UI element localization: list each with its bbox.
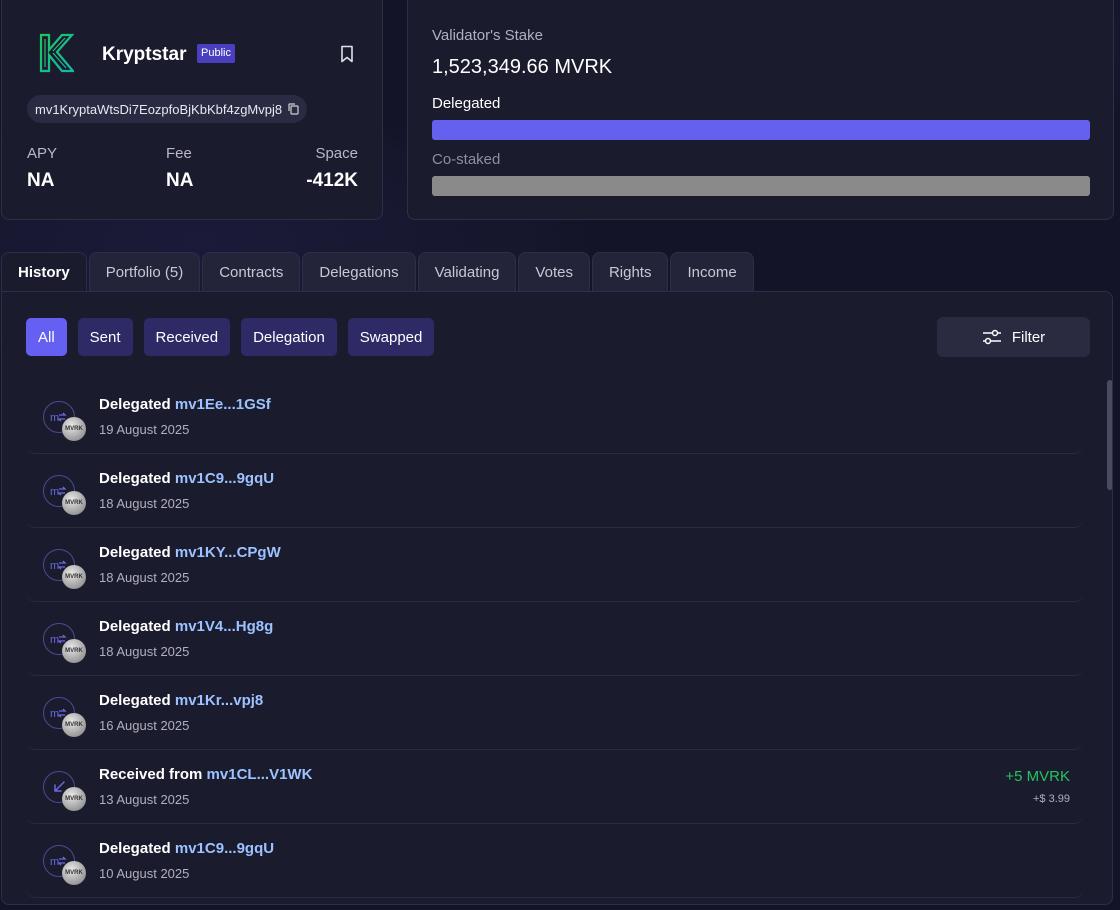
tab-votes[interactable]: Votes (518, 252, 590, 292)
mvrk-token-icon: MVRK (62, 417, 86, 441)
apy-label: APY (27, 145, 58, 162)
filter-chip-delegation[interactable]: Delegation (241, 318, 337, 356)
transaction-address-link[interactable]: mv1Kr...vpj8 (175, 692, 263, 709)
transaction-action: Delegated (99, 396, 171, 413)
transaction-date: 10 August 2025 (99, 866, 190, 881)
transaction-usd-value: +$ 3.99 (1032, 793, 1070, 805)
svg-text:m: m (50, 412, 59, 424)
transaction-action: Delegated (99, 692, 171, 709)
transaction-title: Delegated mv1V4...Hg8g (99, 618, 273, 635)
space-value: -412K (306, 170, 358, 191)
transaction-date: 19 August 2025 (99, 422, 190, 437)
transaction-date: 16 August 2025 (99, 718, 190, 733)
copy-icon[interactable] (288, 103, 299, 115)
fee-value: NA (166, 170, 194, 191)
transaction-date: 13 August 2025 (99, 792, 190, 807)
history-panel: All Sent Received Delegation Swapped Filter … (1, 291, 1113, 905)
mvrk-token-icon: MVRK (62, 713, 86, 737)
transaction-date: 18 August 2025 (99, 644, 190, 659)
validator-address: mv1KryptaWtsDi7EozpfoBjKbKbf4zgMvpj8 (35, 101, 283, 117)
delegated-label: Delegated (432, 95, 501, 112)
transaction-date: 18 August 2025 (99, 496, 190, 511)
costaked-label: Co-staked (432, 151, 501, 168)
transaction-title: Delegated mv1Kr...vpj8 (99, 692, 263, 709)
filter-chip-received[interactable]: Received (143, 318, 231, 356)
tab-bar: History Portfolio (5) Contracts Delegations… (1, 252, 754, 292)
transaction-address-link[interactable]: mv1KY...CPgW (175, 544, 281, 561)
costaked-bar-fill (432, 176, 1090, 196)
tab-rights[interactable]: Rights (591, 252, 669, 292)
filter-button[interactable]: Filter (937, 317, 1090, 357)
transaction-row[interactable]: m MVRK Delegated mv1C9...9gqU 18 August 202… (26, 454, 1084, 528)
delegated-bar (432, 120, 1090, 140)
filter-chip-sent[interactable]: Sent (77, 318, 133, 356)
transaction-title: Delegated mv1KY...CPgW (99, 544, 281, 561)
mvrk-token-icon: MVRK (62, 861, 86, 885)
validator-address-pill[interactable]: mv1KryptaWtsDi7EozpfoBjKbKbf4zgMvpj8 (27, 95, 308, 123)
public-badge: Public (197, 44, 235, 63)
transaction-title: Delegated mv1C9...9gqU (99, 470, 274, 487)
svg-text:m: m (50, 634, 59, 646)
transaction-action: Delegated (99, 544, 171, 561)
tab-portfolio-5[interactable]: Portfolio (5) (88, 252, 201, 292)
transaction-row[interactable]: m MVRK Delegated mv1KY...CPgW 18 August 202… (26, 528, 1084, 602)
space-label: Space (315, 145, 358, 162)
transaction-action: Delegated (99, 470, 171, 487)
mvrk-token-icon: MVRK (62, 491, 86, 515)
transaction-address-link[interactable]: mv1Ee...1GSf (175, 396, 271, 413)
transaction-address-link[interactable]: mv1CL...V1WK (207, 766, 313, 783)
validator-card: Kryptstar Public mv1KryptaWtsDi7EozpfoBj… (1, 0, 383, 220)
transaction-address-link[interactable]: mv1V4...Hg8g (175, 618, 273, 635)
tab-validating[interactable]: Validating (417, 252, 517, 292)
fee-label: Fee (166, 145, 192, 162)
svg-text:m: m (50, 486, 59, 498)
transaction-action: Delegated (99, 840, 171, 857)
transaction-list: m MVRK Delegated mv1Ee...1GSf 19 August 202… (26, 380, 1084, 898)
sliders-icon (982, 329, 1001, 345)
transaction-address-link[interactable]: mv1C9...9gqU (175, 840, 274, 857)
mvrk-token-icon: MVRK (62, 787, 86, 811)
transaction-row[interactable]: m MVRK Delegated mv1V4...Hg8g 18 August 202… (26, 602, 1084, 676)
mvrk-token-icon: MVRK (62, 565, 86, 589)
apy-value: NA (27, 170, 55, 191)
transaction-amount: +5 MVRK (1005, 768, 1070, 785)
filter-chips: All Sent Received Delegation Swapped (26, 318, 435, 356)
transaction-row[interactable]: m MVRK Delegated mv1C9...9gqU 10 August 202… (26, 824, 1084, 898)
transaction-address-link[interactable]: mv1C9...9gqU (175, 470, 274, 487)
tab-delegations[interactable]: Delegations (302, 252, 416, 292)
svg-text:m: m (50, 856, 59, 868)
transaction-row[interactable]: m MVRK Delegated mv1Ee...1GSf 19 August 202… (26, 380, 1084, 454)
transaction-date: 18 August 2025 (99, 570, 190, 585)
mvrk-token-icon: MVRK (62, 639, 86, 663)
bookmark-icon[interactable] (339, 45, 355, 63)
costaked-bar (432, 176, 1090, 196)
svg-text:m: m (50, 560, 59, 572)
kryptstar-logo (39, 33, 74, 73)
transaction-action: Received from (99, 766, 203, 783)
stake-amount: 1,523,349.66 MVRK (432, 56, 613, 78)
scrollbar[interactable] (1107, 380, 1112, 490)
stake-title: Validator's Stake (432, 27, 543, 44)
transaction-title: Delegated mv1Ee...1GSf (99, 396, 271, 413)
tab-contracts[interactable]: Contracts (202, 252, 301, 292)
filter-chip-swapped[interactable]: Swapped (347, 318, 435, 356)
transaction-row[interactable]: MVRK Received from mv1CL...V1WK 13 August … (26, 750, 1084, 824)
filter-button-label: Filter (1011, 328, 1046, 346)
transaction-title: Delegated mv1C9...9gqU (99, 840, 274, 857)
tab-income[interactable]: Income (670, 252, 754, 292)
svg-text:m: m (50, 708, 59, 720)
transaction-row[interactable]: m MVRK Delegated mv1Kr...vpj8 16 August 202… (26, 676, 1084, 750)
tab-history[interactable]: History (1, 252, 87, 292)
delegated-bar-fill (432, 120, 1090, 140)
validator-name: Kryptstar (102, 44, 187, 65)
transaction-action: Delegated (99, 618, 171, 635)
stake-card: Validator's Stake 1,523,349.66 MVRK Dele… (407, 0, 1114, 220)
filter-chip-all[interactable]: All (26, 318, 67, 356)
transaction-title: Received from mv1CL...V1WK (99, 766, 312, 783)
